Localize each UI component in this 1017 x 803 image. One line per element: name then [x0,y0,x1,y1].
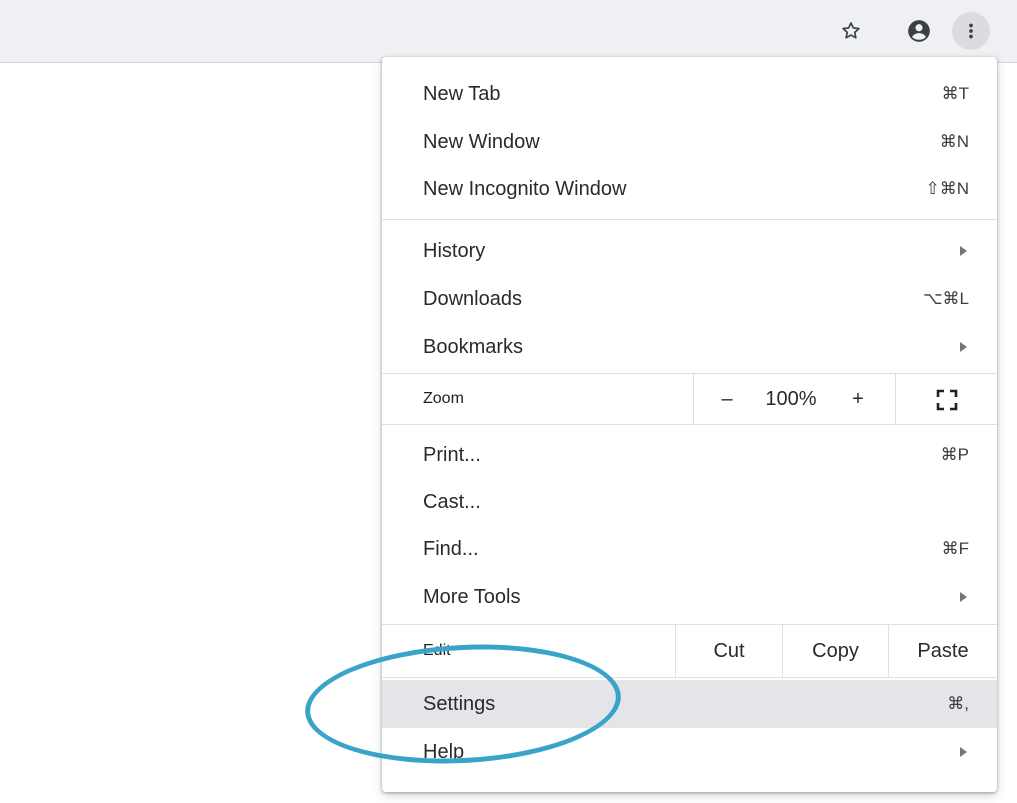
chrome-menu: New Tab ⌘T New Window ⌘N New Incognito W… [382,57,997,792]
cut-button[interactable]: Cut [676,625,782,677]
fullscreen-button[interactable] [896,374,997,424]
menu-separator [382,219,997,220]
paste-button[interactable]: Paste [889,625,997,677]
menu-item-downloads[interactable]: Downloads ⌥⌘L [382,275,997,323]
menu-item-label: Cast... [423,491,481,513]
menu-item-label: Help [423,741,465,763]
zoom-in-button[interactable]: + [834,374,882,424]
menu-item-shortcut: ⇧⌘N [925,179,969,198]
menu-item-more-tools[interactable]: More Tools [382,573,997,621]
menu-item-help[interactable]: Help [382,728,997,776]
submenu-arrow-icon [960,246,967,256]
menu-item-shortcut: ⌥⌘L [922,289,969,308]
chrome-menu-button[interactable] [952,12,990,50]
zoom-level: 100% [765,388,817,410]
menu-item-label: Find... [423,538,479,560]
menu-item-label: Print... [423,444,481,466]
menu-item-label: New Incognito Window [423,178,627,200]
bookmark-star-button[interactable] [832,12,870,50]
zoom-label: Zoom [423,390,464,407]
edit-row: Edit Cut Copy Paste [382,625,997,677]
menu-item-new-tab[interactable]: New Tab ⌘T [382,70,997,118]
menu-item-label: Downloads [423,288,522,310]
star-icon [842,22,860,39]
fullscreen-icon [936,389,957,411]
menu-item-label: New Tab [423,83,501,105]
menu-item-cast[interactable]: Cast... [382,478,997,526]
menu-item-history[interactable]: History [382,227,997,275]
menu-item-shortcut: ⌘F [941,539,969,558]
menu-item-shortcut: ⌘P [940,445,969,464]
menu-item-print[interactable]: Print... ⌘P [382,431,997,479]
zoom-out-button[interactable]: – [704,374,750,424]
menu-item-label: Settings [423,693,496,715]
zoom-divider [693,374,694,424]
menu-item-label: History [423,240,486,262]
menu-item-shortcut: ⌘T [941,84,969,103]
menu-separator [382,424,997,425]
menu-item-new-window[interactable]: New Window ⌘N [382,118,997,166]
menu-item-label: New Window [423,131,540,153]
profile-button[interactable] [900,12,938,50]
menu-item-shortcut: ⌘, [947,694,969,713]
submenu-arrow-icon [960,592,967,602]
submenu-arrow-icon [960,747,967,757]
menu-item-label: Bookmarks [423,336,524,358]
browser-toolbar [0,0,1017,63]
copy-button[interactable]: Copy [783,625,888,677]
more-vert-icon [969,23,973,39]
account-icon [908,20,930,42]
menu-item-settings[interactable]: Settings ⌘, [382,680,997,728]
menu-item-bookmarks[interactable]: Bookmarks [382,323,997,371]
menu-item-find[interactable]: Find... ⌘F [382,525,997,573]
zoom-row: Zoom – 100% + [382,374,997,424]
menu-separator [382,677,997,678]
menu-item-label: More Tools [423,586,521,608]
submenu-arrow-icon [960,342,967,352]
edit-label: Edit [423,642,451,659]
menu-item-new-incognito-window[interactable]: New Incognito Window ⇧⌘N [382,165,997,213]
menu-item-shortcut: ⌘N [939,132,969,151]
